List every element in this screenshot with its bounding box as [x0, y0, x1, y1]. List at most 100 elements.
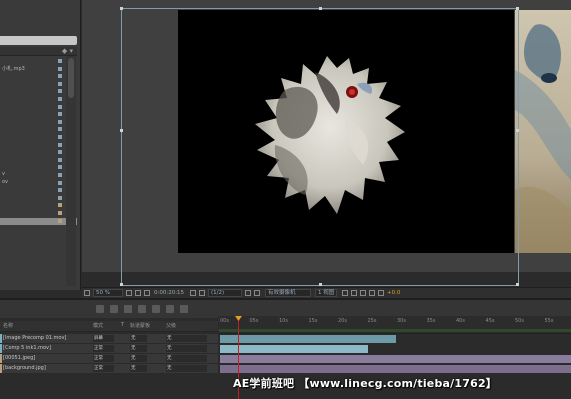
safe-margins-icon[interactable] — [126, 290, 132, 296]
project-item-name: 小札.mp3 — [2, 65, 25, 72]
track-matte-dropdown[interactable]: 无 — [130, 355, 147, 362]
active-camera-dropdown[interactable]: 有效摄像机 — [265, 289, 311, 297]
layer-label-color[interactable] — [0, 354, 2, 363]
graph-editor-icon[interactable] — [180, 305, 188, 313]
parent-dropdown[interactable]: 无 — [166, 345, 207, 352]
label-color-swatch[interactable] — [58, 127, 62, 132]
transform-handle[interactable] — [120, 283, 123, 286]
reset-exposure-icon[interactable] — [378, 290, 384, 296]
label-color-swatch[interactable] — [58, 66, 62, 71]
label-color-swatch[interactable] — [58, 150, 62, 155]
label-color-swatch[interactable] — [58, 157, 62, 162]
fast-preview-icon[interactable] — [245, 290, 251, 296]
label-color-swatch[interactable] — [58, 74, 62, 79]
view-layout-dropdown[interactable]: 1 视图 — [315, 289, 337, 297]
layer-duration-bar[interactable] — [220, 345, 368, 353]
timeline-icon[interactable] — [360, 290, 366, 296]
label-color-swatch[interactable] — [58, 218, 62, 223]
col-parent[interactable]: 父级 — [166, 322, 176, 329]
toggle-pixel-aspect-icon[interactable] — [342, 290, 348, 296]
always-preview-icon[interactable] — [84, 290, 90, 296]
layer-name[interactable]: [background.jpg] — [3, 364, 46, 373]
project-column-header[interactable]: ◆ ▾ — [0, 47, 77, 56]
tag-icon[interactable]: ◆ ▾ — [62, 47, 73, 55]
layer-duration-bar[interactable] — [220, 365, 571, 373]
label-color-swatch[interactable] — [58, 97, 62, 101]
frame-blending-icon[interactable] — [138, 305, 146, 313]
col-trkmat[interactable]: 轨道蒙板 — [130, 322, 150, 329]
project-scrollbar-thumb[interactable] — [68, 58, 74, 98]
ruler-tick-label: 40s — [456, 318, 465, 324]
layer-label-color[interactable] — [0, 334, 2, 343]
blend-mode-dropdown[interactable]: 正常 — [93, 365, 114, 372]
layer-name[interactable]: [Comp 5 ink1.mov] — [3, 344, 51, 353]
label-color-swatch[interactable] — [58, 188, 62, 193]
label-color-swatch[interactable] — [58, 59, 62, 63]
label-color-swatch[interactable] — [58, 89, 62, 94]
label-color-swatch[interactable] — [58, 104, 62, 109]
motion-blur-icon[interactable] — [152, 305, 160, 313]
layer-row[interactable]: [Comp 5 ink1.mov] 正常 无 无 — [0, 344, 218, 354]
track-matte-dropdown[interactable]: 无 — [130, 345, 147, 352]
label-color-swatch[interactable] — [58, 112, 62, 117]
layer-label-color[interactable] — [0, 344, 2, 353]
transform-handle[interactable] — [319, 7, 322, 10]
label-color-swatch[interactable] — [58, 135, 62, 139]
color-channel-icon[interactable] — [199, 290, 205, 296]
transform-handle[interactable] — [120, 7, 123, 10]
label-color-swatch[interactable] — [58, 173, 62, 177]
blend-mode-dropdown[interactable]: 正常 — [93, 355, 114, 362]
shy-icon[interactable] — [124, 305, 132, 313]
magnification-dropdown[interactable]: 50 % — [93, 289, 123, 297]
exposure-value[interactable]: +0.0 — [387, 289, 400, 298]
comp-flowchart-icon[interactable] — [369, 290, 375, 296]
layer-row[interactable]: [background.jpg] 正常 无 无 — [0, 364, 218, 374]
label-color-swatch[interactable] — [58, 81, 62, 86]
layer-row[interactable]: [Image Precomp 01.mov] 屏幕 无 无 — [0, 334, 218, 344]
parent-dropdown[interactable]: 无 — [166, 355, 207, 362]
ruler-tick-label: 10s — [279, 318, 288, 324]
flowchart-icon[interactable] — [351, 290, 357, 296]
label-color-swatch[interactable] — [58, 165, 62, 170]
parent-dropdown[interactable]: 无 — [166, 335, 207, 342]
layer-bounding-box[interactable] — [120, 7, 519, 286]
transform-handle[interactable] — [120, 129, 123, 132]
layer-duration-bar[interactable] — [220, 355, 571, 363]
layer-duration-bar[interactable] — [220, 335, 396, 343]
parent-dropdown[interactable]: 无 — [166, 365, 207, 372]
resolution-dropdown[interactable]: (1/2) — [208, 289, 242, 297]
transform-handle[interactable] — [516, 7, 519, 10]
layer-label-color[interactable] — [0, 364, 2, 373]
camera-icon[interactable] — [190, 290, 196, 296]
draft-3d-icon[interactable] — [110, 305, 118, 313]
current-time[interactable]: 0:00:20:15 — [154, 289, 184, 298]
label-color-swatch[interactable] — [58, 203, 62, 208]
layer-name[interactable]: [Image Precomp 01.mov] — [3, 334, 66, 343]
work-area-bar[interactable] — [219, 329, 571, 332]
blend-mode-dropdown[interactable]: 屏幕 — [93, 335, 114, 342]
track-matte-dropdown[interactable]: 无 — [130, 335, 147, 342]
background-layer-preview[interactable] — [515, 10, 571, 253]
transform-handle[interactable] — [516, 283, 519, 286]
layer-name[interactable]: [00051.jpeg] — [3, 354, 35, 363]
track-matte-dropdown[interactable]: 无 — [130, 365, 147, 372]
col-t[interactable]: T — [121, 322, 124, 328]
col-layer-name[interactable]: 名称 — [3, 322, 13, 329]
blend-mode-dropdown[interactable]: 正常 — [93, 345, 114, 352]
brainstorm-icon[interactable] — [166, 305, 174, 313]
label-color-swatch[interactable] — [58, 142, 62, 147]
label-color-swatch[interactable] — [58, 119, 62, 124]
watermark-text: AE学前班吧 【www.linecg.com/tieba/1762】 — [233, 377, 497, 390]
transform-handle[interactable] — [319, 283, 322, 286]
label-color-swatch[interactable] — [58, 180, 62, 185]
project-search-field[interactable] — [0, 36, 77, 45]
label-color-swatch[interactable] — [58, 211, 62, 215]
region-of-interest-icon[interactable] — [135, 290, 141, 296]
label-color-swatch[interactable] — [58, 195, 62, 200]
transform-handle[interactable] — [516, 129, 519, 132]
col-mode[interactable]: 模式 — [93, 322, 103, 329]
layer-row[interactable]: [00051.jpeg] 正常 无 无 — [0, 354, 218, 364]
snapshot-icon[interactable] — [144, 290, 150, 296]
live-update-icon[interactable] — [96, 305, 104, 313]
transparency-grid-icon[interactable] — [254, 290, 260, 296]
